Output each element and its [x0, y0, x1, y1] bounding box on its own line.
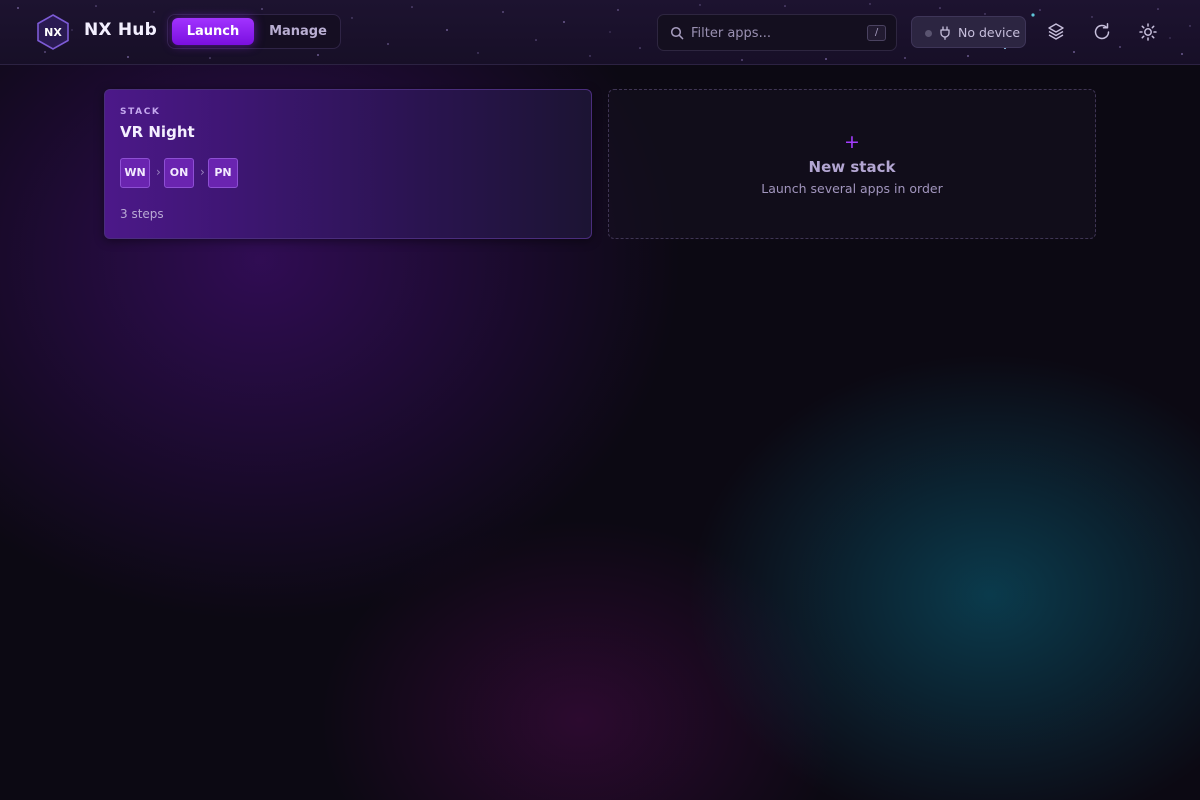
refresh-icon — [1094, 23, 1110, 40]
new-stack-subtitle: Launch several apps in order — [761, 181, 943, 196]
search-shortcut-hint: / — [867, 25, 886, 41]
step-separator: › — [156, 165, 161, 179]
step-separator: › — [200, 165, 205, 179]
device-status-dot — [925, 30, 932, 37]
layers-icon — [1048, 23, 1064, 40]
stack-step-count: 3 steps — [120, 207, 164, 221]
settings-button[interactable] — [1136, 20, 1160, 44]
search-box: / — [657, 14, 897, 51]
new-stack-title: New stack — [808, 158, 896, 176]
logo-text: NX — [44, 26, 62, 39]
stack-kicker: STACK — [120, 107, 161, 117]
refresh-button[interactable] — [1090, 20, 1114, 44]
stack-card-vr-night[interactable]: STACK VR Night WN › ON › PN 3 steps — [104, 89, 592, 239]
layers-button[interactable] — [1044, 20, 1068, 44]
plug-icon — [940, 26, 950, 40]
mode-switch: Launch Manage — [167, 14, 341, 49]
device-status-label: No device — [958, 25, 1021, 40]
step-chip: PN — [208, 158, 238, 188]
plus-icon: + — [844, 131, 860, 153]
app-title: NX Hub — [84, 20, 157, 40]
sun-settings-icon — [1139, 23, 1157, 41]
step-chip: ON — [164, 158, 194, 188]
top-bar: NX NX Hub Launch Manage / No device — [0, 0, 1200, 65]
search-icon — [670, 26, 684, 40]
tab-manage[interactable]: Manage — [258, 18, 338, 45]
nx-logo: NX — [37, 14, 69, 50]
device-status-button[interactable]: No device — [911, 16, 1026, 48]
new-stack-card[interactable]: + New stack Launch several apps in order — [608, 89, 1096, 239]
tab-launch[interactable]: Launch — [172, 18, 254, 45]
stack-title: VR Night — [120, 123, 195, 141]
search-input[interactable] — [691, 23, 861, 43]
step-chip: WN — [120, 158, 150, 188]
